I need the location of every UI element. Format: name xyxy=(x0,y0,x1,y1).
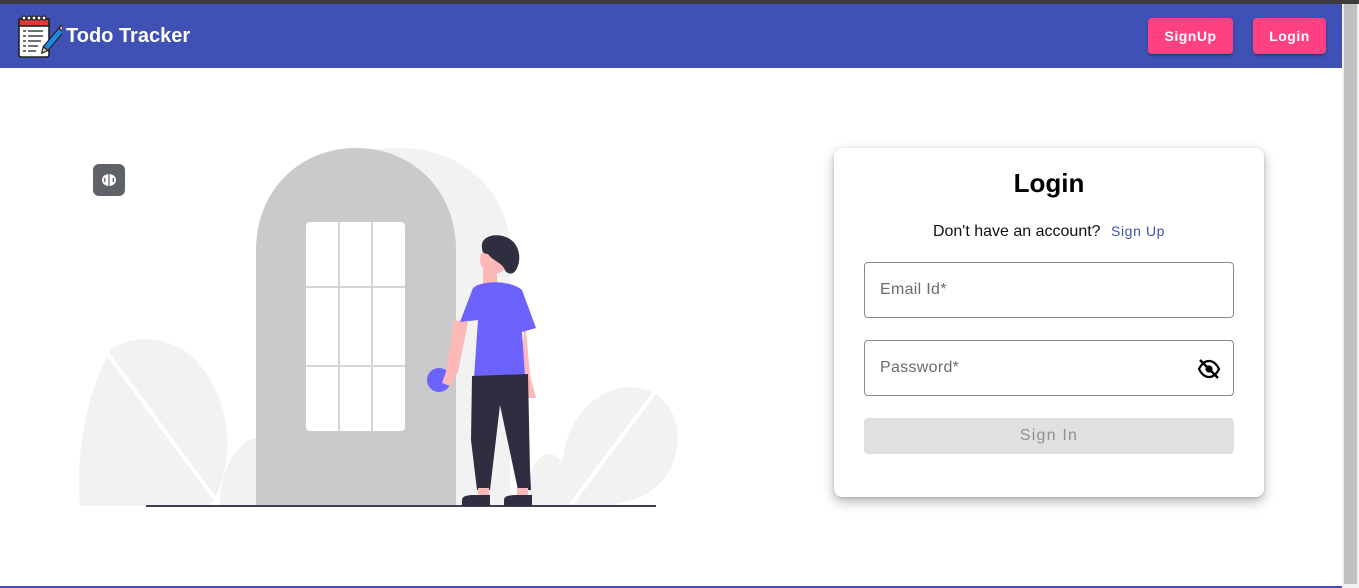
door-person-illustration xyxy=(79,148,678,508)
right-leaf xyxy=(562,387,678,506)
password-input[interactable] xyxy=(865,341,1233,395)
signup-link[interactable]: Sign Up xyxy=(1111,223,1165,239)
login-button[interactable]: Login xyxy=(1253,18,1326,54)
notepad-pencil-icon xyxy=(18,15,62,58)
app-bar: Todo Tracker SignUp Login xyxy=(0,4,1342,68)
scrollbar[interactable] xyxy=(1342,4,1359,588)
email-input[interactable] xyxy=(865,263,1233,317)
login-title: Login xyxy=(1013,168,1085,198)
scrollbar-thumb[interactable] xyxy=(1344,4,1357,584)
sign-in-button[interactable]: Sign In xyxy=(864,418,1234,454)
email-field[interactable] xyxy=(864,262,1234,318)
floating-badge[interactable] xyxy=(93,164,125,196)
signup-prompt: Don't have an account? Sign Up xyxy=(834,223,1264,241)
brain-icon xyxy=(102,174,116,186)
door-window xyxy=(306,222,405,431)
password-field[interactable] xyxy=(864,340,1234,396)
signup-button[interactable]: SignUp xyxy=(1148,18,1233,54)
signup-prompt-text: Don't have an account? xyxy=(932,223,1101,240)
nav-actions: SignUp Login xyxy=(1128,18,1326,54)
eye-off-icon[interactable] xyxy=(1197,358,1221,380)
login-card: Login Don't have an account? Sign Up Sig… xyxy=(834,148,1264,497)
brand[interactable]: Todo Tracker xyxy=(16,13,190,59)
app-title: Todo Tracker xyxy=(66,24,191,47)
left-leaf xyxy=(79,339,228,506)
